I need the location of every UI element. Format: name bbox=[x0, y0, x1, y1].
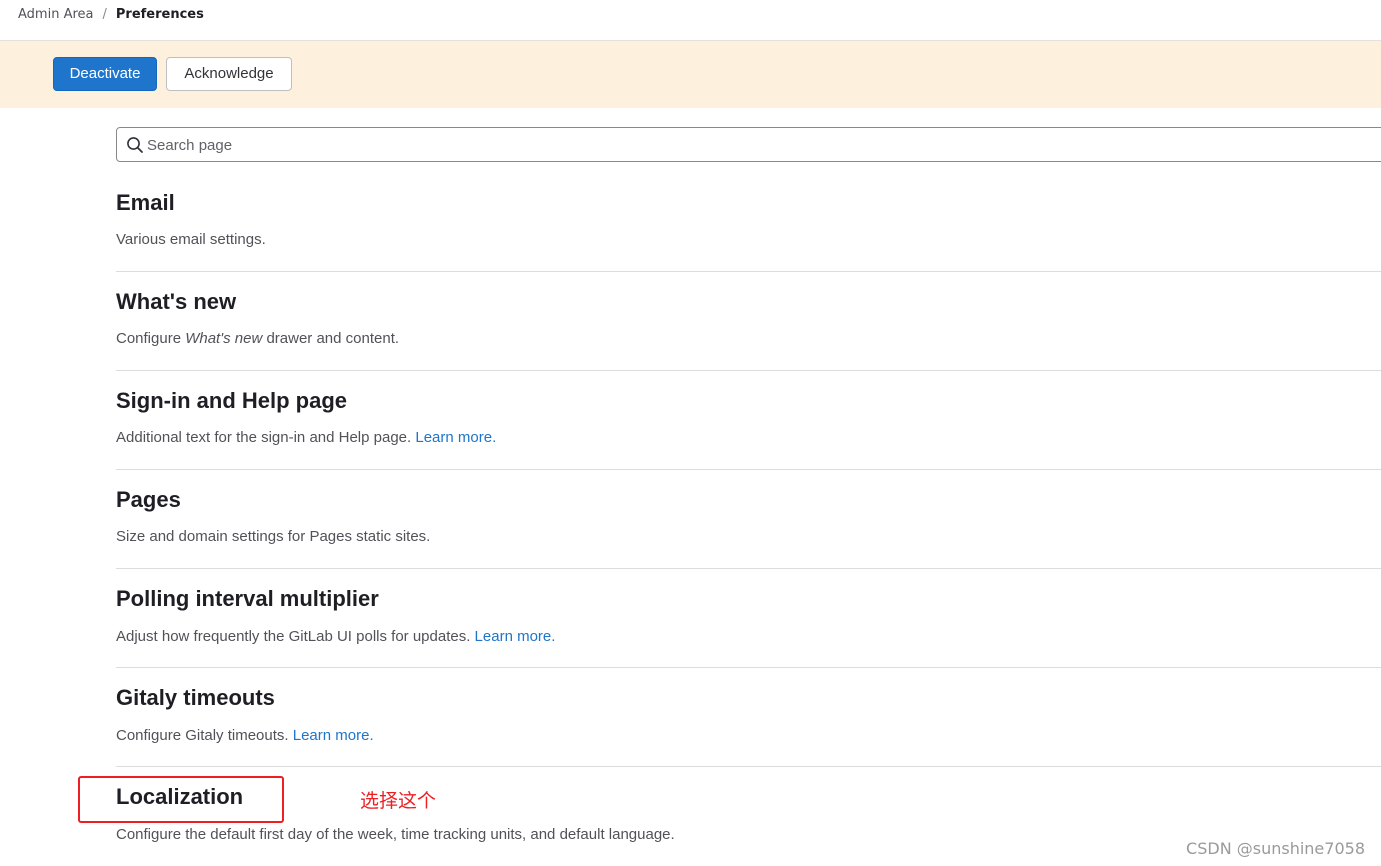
section-whats-new: What's new Configure What's new drawer a… bbox=[116, 287, 1381, 371]
section-description-sign-in-help: Additional text for the sign-in and Help… bbox=[116, 428, 496, 448]
breadcrumb-current-page: Preferences bbox=[115, 7, 204, 22]
section-pages: Pages Size and domain settings for Pages… bbox=[116, 485, 1381, 569]
section-description-whats-new: Configure What's new drawer and content. bbox=[116, 329, 399, 349]
desc-text: Configure Gitaly timeouts. bbox=[116, 727, 293, 744]
acknowledge-button[interactable]: Acknowledge bbox=[166, 57, 292, 91]
desc-prefix: Configure bbox=[116, 330, 186, 347]
section-description-gitaly-timeouts: Configure Gitaly timeouts. Learn more. bbox=[116, 726, 374, 746]
breadcrumb-admin-area[interactable]: Admin Area bbox=[18, 7, 93, 23]
section-title-polling-interval[interactable]: Polling interval multiplier bbox=[116, 584, 379, 614]
section-title-pages[interactable]: Pages bbox=[116, 485, 181, 515]
section-title-email[interactable]: Email bbox=[116, 188, 175, 218]
section-description-polling-interval: Adjust how frequently the GitLab UI poll… bbox=[116, 627, 555, 647]
section-description-pages: Size and domain settings for Pages stati… bbox=[116, 528, 431, 545]
learn-more-link[interactable]: Learn more. bbox=[475, 628, 556, 645]
section-sign-in-help: Sign-in and Help page Additional text fo… bbox=[116, 386, 1381, 470]
section-polling-interval: Polling interval multiplier Adjust how f… bbox=[116, 584, 1381, 668]
section-description-email: Various email settings. bbox=[116, 231, 266, 248]
desc-suffix: drawer and content. bbox=[262, 330, 400, 347]
annotation-highlight-box bbox=[78, 776, 284, 823]
desc-text: Adjust how frequently the GitLab UI poll… bbox=[116, 628, 475, 645]
desc-emphasis: What's new bbox=[185, 330, 263, 347]
desc-text: Additional text for the sign-in and Help… bbox=[116, 429, 416, 446]
watermark: CSDN @sunshine7058 bbox=[1186, 839, 1365, 858]
search-page-box[interactable] bbox=[116, 127, 1381, 162]
annotation-text: 选择这个 bbox=[360, 790, 437, 812]
breadcrumb: Admin Area / Preferences bbox=[18, 7, 204, 23]
deactivate-button[interactable]: Deactivate bbox=[53, 57, 157, 91]
section-title-gitaly-timeouts[interactable]: Gitaly timeouts bbox=[116, 683, 275, 713]
section-gitaly-timeouts: Gitaly timeouts Configure Gitaly timeout… bbox=[116, 683, 1381, 767]
search-icon bbox=[127, 137, 143, 153]
section-email: Email Various email settings. bbox=[116, 188, 1381, 272]
learn-more-link[interactable]: Learn more. bbox=[415, 429, 496, 446]
section-title-whats-new[interactable]: What's new bbox=[116, 287, 236, 317]
learn-more-link[interactable]: Learn more. bbox=[293, 727, 374, 744]
section-description-localization: Configure the default first day of the w… bbox=[116, 826, 675, 843]
section-title-sign-in-help[interactable]: Sign-in and Help page bbox=[116, 386, 347, 416]
breadcrumb-separator: / bbox=[102, 7, 107, 22]
license-banner: Deactivate Acknowledge bbox=[0, 40, 1381, 108]
search-page-input[interactable] bbox=[147, 134, 1347, 156]
